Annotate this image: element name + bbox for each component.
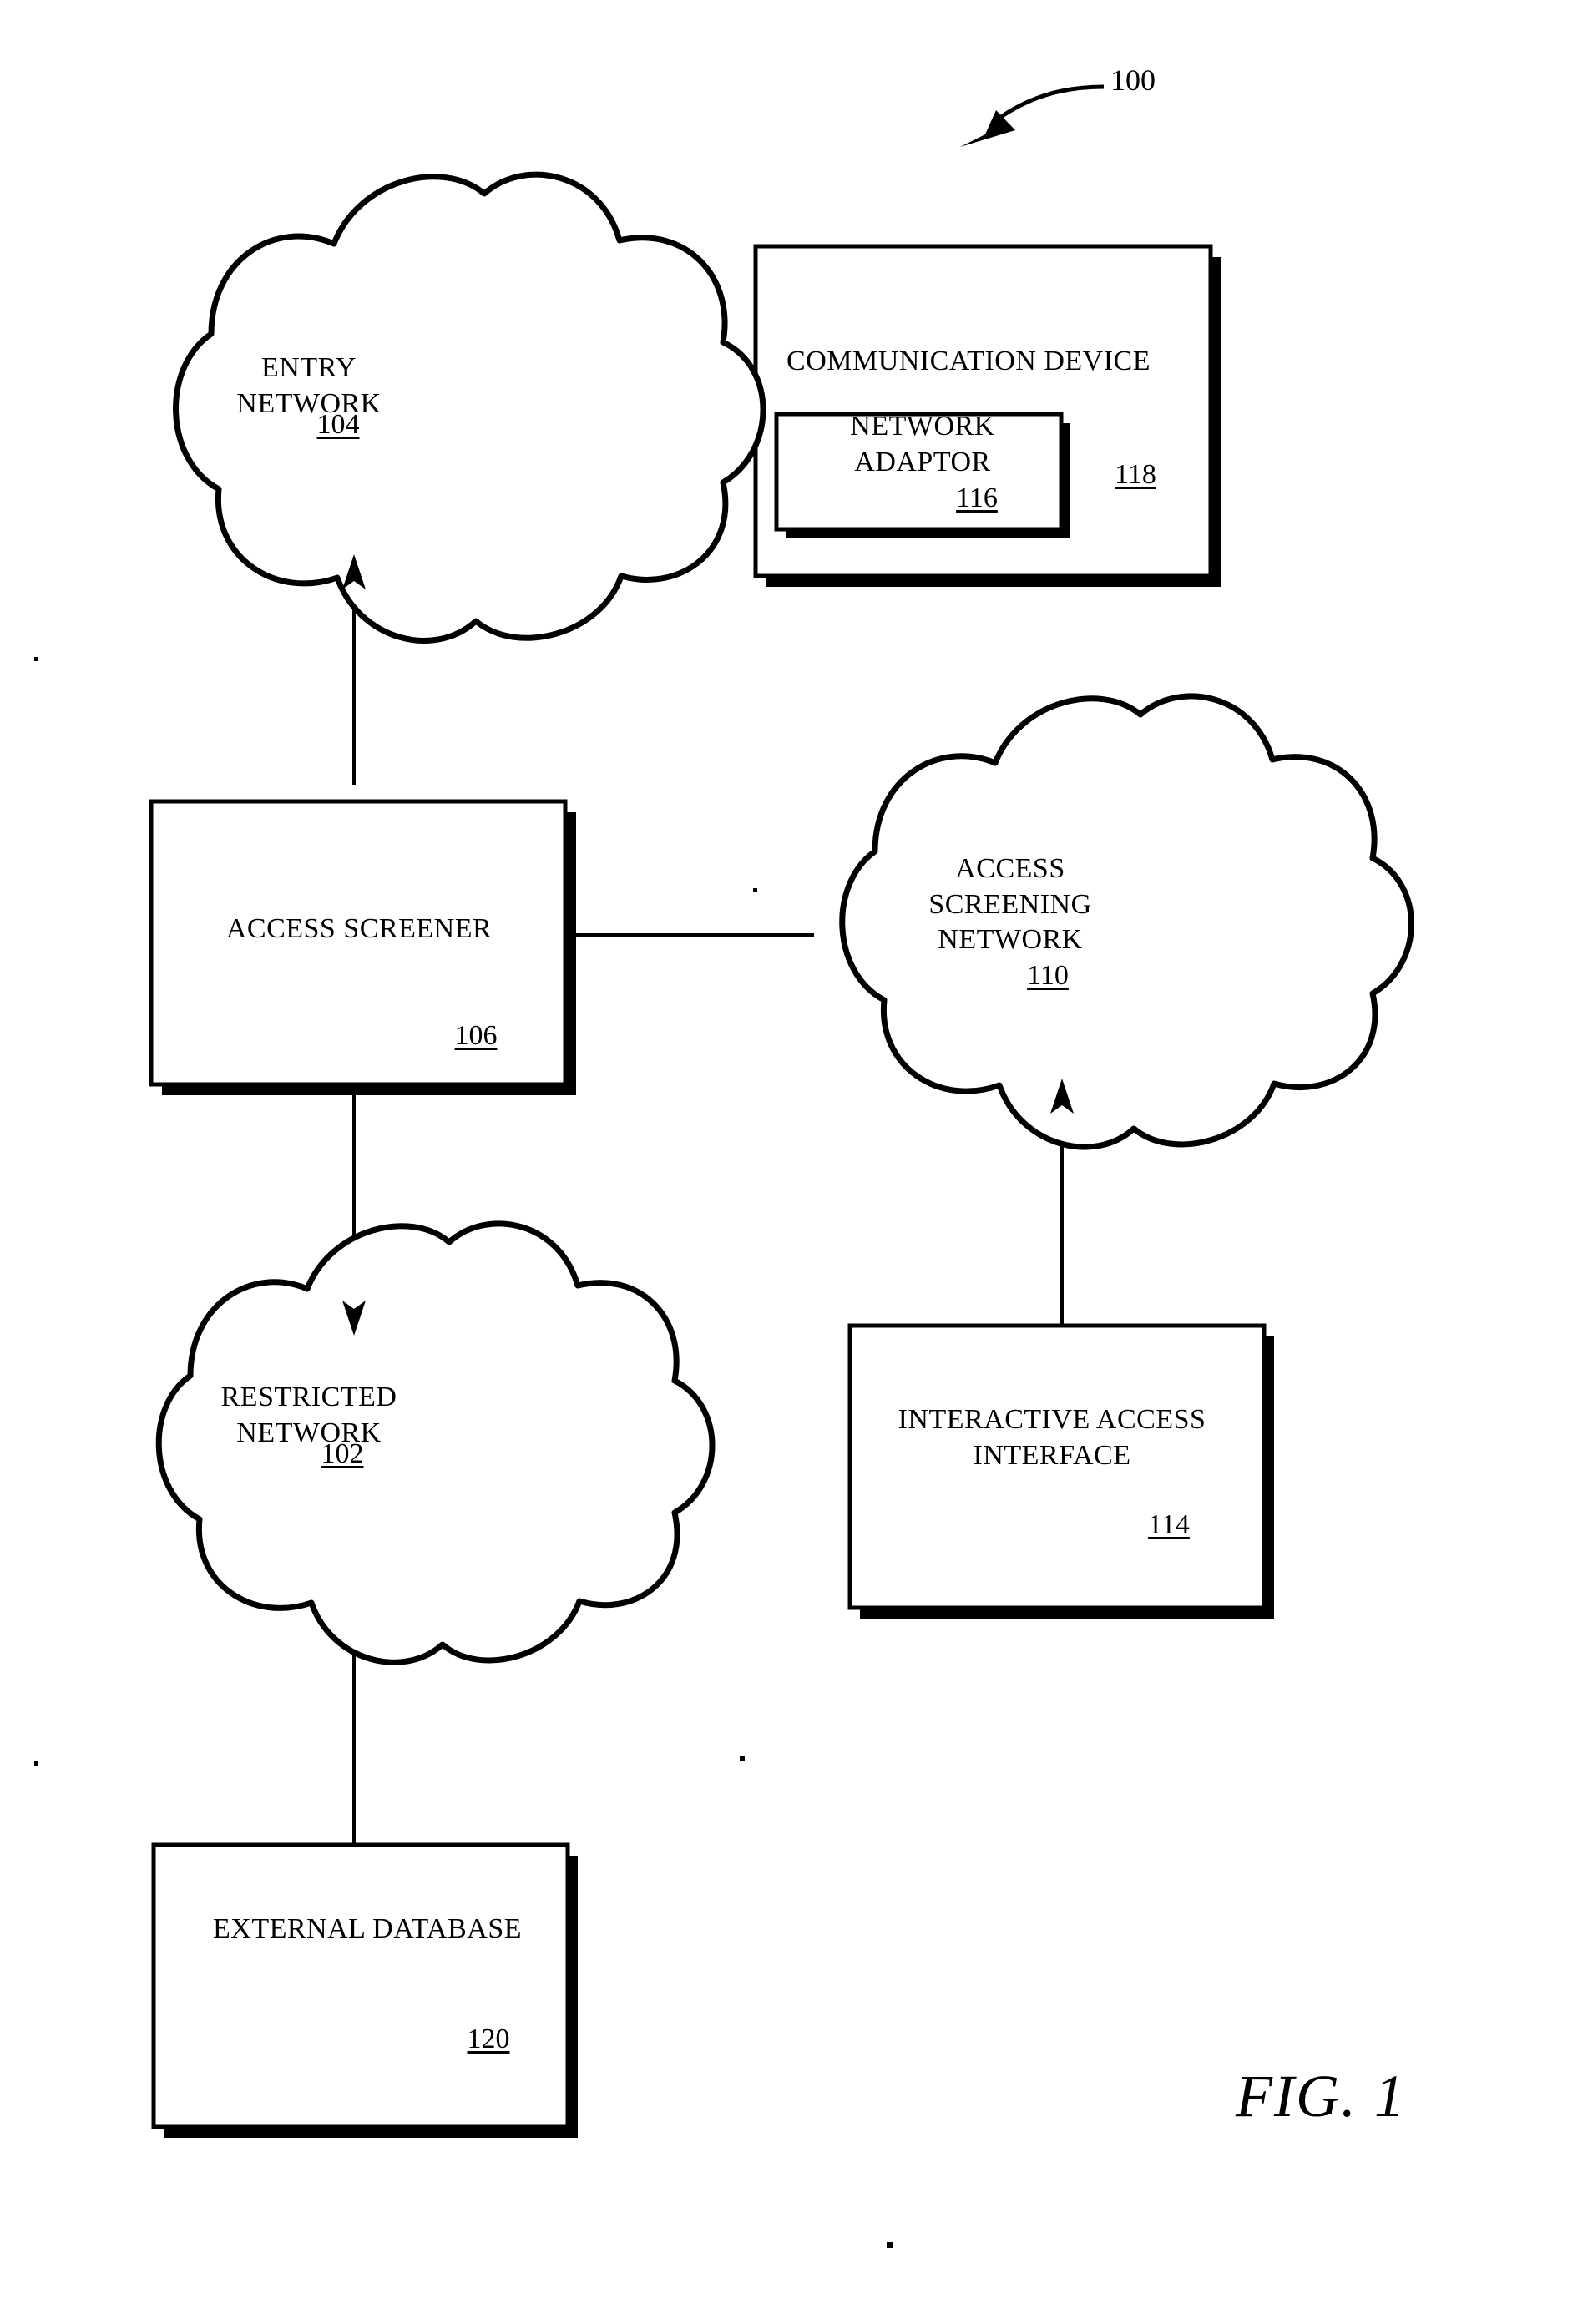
communication-device-reference-numeral: 118 (1115, 459, 1156, 490)
patent-figure: 100 ENTRY NETWORK 104 COMMUNICATION DEVI… (0, 0, 1588, 2324)
system-reference-numeral: 100 (1110, 63, 1156, 97)
scan-artifact-dot (34, 657, 38, 661)
access-screening-network-label: ACCESS SCREENING NETWORK (928, 853, 1092, 955)
figure-caption: FIG. 1 (1236, 2063, 1406, 2129)
external-database-reference-numeral: 120 (467, 2023, 510, 2054)
system-lead-line (997, 84, 1105, 121)
scan-artifact-dot (740, 1756, 745, 1761)
interactive-access-interface-label: INTERACTIVE ACCESS INTERFACE (898, 1404, 1206, 1471)
interactive-access-interface-reference-numeral: 114 (1148, 1509, 1190, 1540)
access-screener-reference-numeral: 106 (454, 1020, 498, 1051)
network-adaptor-reference-numeral: 116 (956, 482, 998, 513)
scan-artifact-dot (753, 888, 757, 892)
access-screening-network-reference-numeral: 110 (1027, 960, 1069, 991)
communication-device-label: COMMUNICATION DEVICE (786, 346, 1151, 376)
scan-artifact-dot (34, 1761, 38, 1766)
access-screener-label: ACCESS SCREENER (225, 913, 493, 944)
entry-network-reference-numeral: 104 (316, 409, 360, 440)
external-database-label: EXTERNAL DATABASE (213, 1913, 522, 1944)
restricted-network-reference-numeral: 102 (321, 1438, 364, 1469)
system-lead-arrow-group (960, 84, 1105, 147)
external-database-box[interactable] (151, 1842, 570, 2129)
system-lead-arrowhead (960, 110, 1015, 147)
scan-artifact-dot (887, 2242, 893, 2248)
network-adaptor-label: NETWORK ADAPTOR (850, 411, 995, 477)
